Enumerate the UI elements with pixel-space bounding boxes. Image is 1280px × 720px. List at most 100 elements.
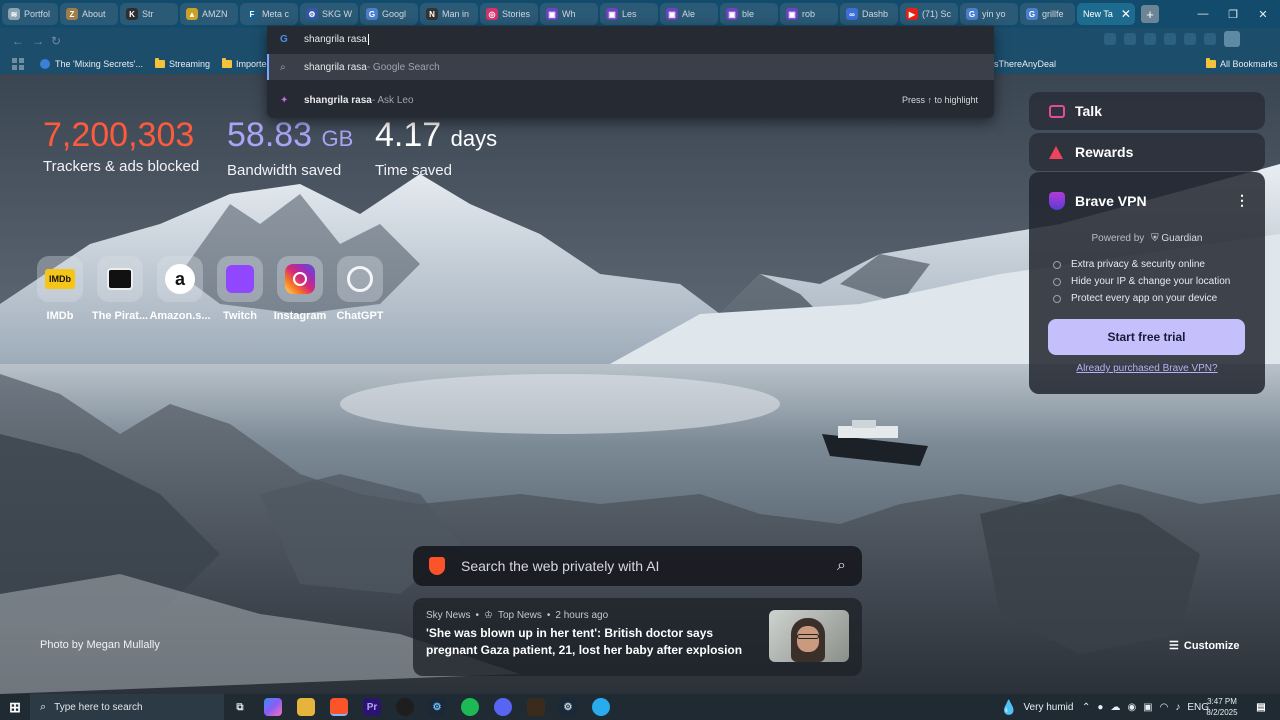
vpn-title: Brave VPN xyxy=(1075,193,1147,209)
top-site-chatgpt[interactable]: ChatGPT xyxy=(325,256,395,322)
notifications-icon[interactable]: ▤ xyxy=(1252,698,1270,716)
ai-search-bar[interactable]: Search the web privately with AI ⌕ xyxy=(413,546,862,586)
extension-icon[interactable] xyxy=(1204,33,1216,45)
extension-icon[interactable] xyxy=(1164,33,1176,45)
browser-tab[interactable]: K Str xyxy=(120,3,178,25)
apps-grid-icon[interactable] xyxy=(12,58,24,70)
back-icon[interactable]: ← xyxy=(10,33,26,49)
discord-icon[interactable] xyxy=(494,698,512,716)
browser-tab[interactable]: ⚙ SKG W xyxy=(300,3,358,25)
steam-icon[interactable]: ⚙ xyxy=(559,698,577,716)
talk-icon xyxy=(1049,104,1065,118)
browser-tab[interactable]: ≋ Portfol xyxy=(2,3,58,25)
news-headline[interactable]: 'She was blown up in her tent': British … xyxy=(426,625,764,659)
wifi-icon[interactable]: ◠ xyxy=(1160,702,1169,713)
talk-widget[interactable]: Talk xyxy=(1029,92,1265,130)
browser-tab[interactable]: ▣ Wh xyxy=(540,3,598,25)
omnibox-input-row[interactable]: G shangrila rasa xyxy=(267,26,994,52)
rewards-widget[interactable]: Rewards xyxy=(1029,133,1265,171)
close-window-button[interactable]: ✕ xyxy=(1248,0,1278,28)
windows-start-icon[interactable]: ⊞ xyxy=(6,698,24,716)
vpn-feature: Extra privacy & security online xyxy=(1053,259,1230,270)
start-free-trial-button[interactable]: Start free trial xyxy=(1048,319,1245,355)
search-placeholder: Search the web privately with AI xyxy=(461,558,660,574)
close-tab-icon[interactable]: ✕ xyxy=(1121,7,1131,21)
vpn-shield-icon xyxy=(1049,192,1065,210)
folder-icon xyxy=(1206,58,1216,68)
onedrive-icon[interactable]: ☁ xyxy=(1110,702,1120,713)
file-explorer-icon[interactable] xyxy=(297,698,315,716)
browser-tab[interactable]: ◎ Stories xyxy=(480,3,538,25)
telegram-icon[interactable] xyxy=(592,698,610,716)
suggestion-ask-leo[interactable]: ✦ shangrila rasa - Ask Leo Press ↑ to hi… xyxy=(267,87,994,113)
browser-tab[interactable]: ▣ rob xyxy=(780,3,838,25)
extension-icon[interactable] xyxy=(1104,33,1116,45)
check-icon xyxy=(1053,294,1061,303)
microphone-icon[interactable]: ● xyxy=(1097,702,1103,713)
bookmark-mixing-secrets[interactable]: The 'Mixing Secrets'... xyxy=(40,59,143,69)
obs-icon[interactable] xyxy=(396,698,414,716)
omnibox-dropdown: G shangrila rasa ⌕ shangrila rasa - Goog… xyxy=(267,26,994,118)
bookmark-folder-streaming[interactable]: Streaming xyxy=(154,58,210,69)
minimize-button[interactable]: — xyxy=(1188,0,1218,28)
already-purchased-link[interactable]: Already purchased Brave VPN? xyxy=(1029,363,1265,374)
browser-tab[interactable]: ▲ AMZN xyxy=(180,3,238,25)
all-bookmarks-button[interactable]: All Bookmarks xyxy=(1206,58,1278,69)
chatgpt-icon xyxy=(337,256,383,302)
task-view-icon[interactable]: ⧉ xyxy=(231,698,249,716)
omnibox-input[interactable]: shangrila rasa xyxy=(304,34,367,45)
browser-tab[interactable]: ∞ Dashb xyxy=(840,3,898,25)
browser-tab[interactable]: Gyin yo xyxy=(960,3,1018,25)
weather-text: Very humid xyxy=(1023,701,1074,713)
browser-tab[interactable]: N Man in xyxy=(420,3,478,25)
reload-icon[interactable]: ↻ xyxy=(48,33,64,49)
tab-label: Googl xyxy=(382,9,407,19)
bookmark-isthereanydeal[interactable]: sThereAnyDeal xyxy=(994,59,1056,69)
browser-tab[interactable]: G Googl xyxy=(360,3,418,25)
new-tab-button[interactable]: + xyxy=(1141,5,1159,23)
browser-tab[interactable]: ▣ Ale xyxy=(660,3,718,25)
more-options-icon[interactable]: ⋮ xyxy=(1235,192,1249,209)
news-source: Sky News xyxy=(426,610,471,621)
tab-label: Dashb xyxy=(862,9,889,19)
tray-app-icon[interactable]: ▣ xyxy=(1143,702,1152,713)
browser-tab[interactable]: ▶ (71) Sc xyxy=(900,3,958,25)
extension-icon[interactable] xyxy=(1184,33,1196,45)
bandwidth-unit: GB xyxy=(321,126,354,151)
forward-icon[interactable]: → xyxy=(30,33,46,49)
browser-tab[interactable]: Ggrillfe xyxy=(1020,3,1075,25)
customize-label: Customize xyxy=(1183,639,1240,652)
spotify-icon[interactable] xyxy=(461,698,479,716)
news-card[interactable]: Sky News • ♔ Top News • 2 hours ago 'She… xyxy=(413,598,862,676)
browser-tab[interactable]: F Meta c xyxy=(240,3,298,25)
weather-widget[interactable]: 💧 Very humid xyxy=(1000,694,1073,720)
copilot-icon[interactable] xyxy=(264,698,282,716)
leo-icon: ✦ xyxy=(280,94,289,106)
customize-button[interactable]: ☰ Customize xyxy=(1169,639,1240,653)
restore-button[interactable]: ❐ xyxy=(1218,0,1248,28)
extension-icon[interactable] xyxy=(1124,33,1136,45)
brave-browser-icon[interactable] xyxy=(330,698,348,716)
premiere-pro-icon[interactable]: Pr xyxy=(363,698,381,716)
chevron-up-icon[interactable]: ⌃ xyxy=(1082,702,1090,713)
taskbar-search[interactable]: ⌕ Type here to search xyxy=(30,694,224,720)
suggestion-google-search[interactable]: ⌕ shangrila rasa - Google Search xyxy=(267,54,994,80)
active-tab[interactable]: New Ta ✕ xyxy=(1077,3,1135,25)
instagram-icon xyxy=(277,256,323,302)
tray-app-icon[interactable]: ◉ xyxy=(1127,702,1136,713)
news-thumbnail[interactable] xyxy=(769,610,849,662)
photo-credit[interactable]: Photo by Megan Mullally xyxy=(40,639,160,651)
browser-tab[interactable]: ▣ ble xyxy=(720,3,778,25)
profile-icon[interactable] xyxy=(1224,31,1240,47)
vpn-feature-text: Hide your IP & change your location xyxy=(1071,276,1231,287)
browser-tab[interactable]: ▣ Les xyxy=(600,3,658,25)
app-icon[interactable] xyxy=(527,698,545,716)
steam-icon[interactable]: ⚙ xyxy=(428,698,446,716)
clock[interactable]: 3:47 PM 8/2/2025 xyxy=(1202,696,1242,718)
top-site-label: ChatGPT xyxy=(336,310,384,322)
news-time: 2 hours ago xyxy=(555,610,609,621)
volume-icon[interactable]: ♪ xyxy=(1175,702,1180,713)
browser-tab[interactable]: Z About xyxy=(60,3,118,25)
search-icon[interactable]: ⌕ xyxy=(837,557,846,575)
extension-icon[interactable] xyxy=(1144,33,1156,45)
